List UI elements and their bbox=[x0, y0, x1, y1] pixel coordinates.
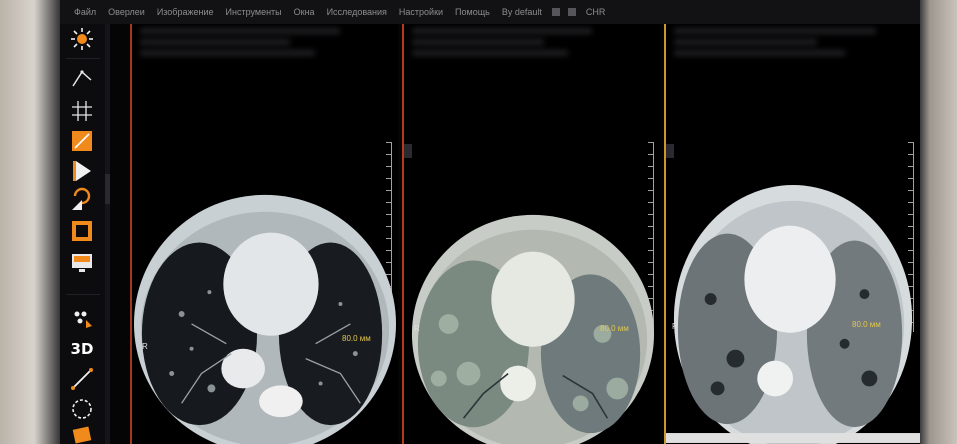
toolbar-separator bbox=[66, 58, 100, 59]
menu-windows[interactable]: Окна bbox=[288, 7, 321, 17]
menu-studies[interactable]: Исследования bbox=[321, 7, 393, 17]
toolbar-separator bbox=[66, 294, 100, 295]
menu-image[interactable]: Изображение bbox=[151, 7, 220, 17]
monitor-icon bbox=[72, 254, 92, 272]
line-measure-tool[interactable] bbox=[64, 366, 100, 392]
3d-view-button[interactable]: 3D bbox=[64, 336, 100, 362]
orientation-label-right: R bbox=[414, 324, 420, 333]
menu-bar: Файл Оверлеи Изображение Инструменты Окн… bbox=[60, 0, 920, 24]
toolbar-scrollbar[interactable] bbox=[105, 24, 110, 444]
measure-angle-icon bbox=[72, 70, 92, 87]
distance-measurement: 80.0 мм bbox=[342, 334, 371, 343]
menu-settings[interactable]: Настройки bbox=[393, 7, 449, 17]
brightness-tool[interactable] bbox=[64, 26, 100, 52]
square-frame-icon bbox=[72, 221, 92, 241]
layout-preset-select[interactable]: By default bbox=[496, 7, 548, 17]
viewport-info-overlay bbox=[140, 28, 390, 76]
menu-help[interactable]: Помощь bbox=[449, 7, 496, 17]
cine-play-tool[interactable] bbox=[64, 158, 100, 184]
window-minimize-icon[interactable] bbox=[551, 8, 560, 16]
menu-overlays[interactable]: Оверлеи bbox=[102, 7, 151, 17]
left-toolbar: 3D bbox=[60, 24, 110, 444]
monitor-bezel-right bbox=[918, 0, 957, 444]
brightness-icon bbox=[71, 28, 93, 50]
mpr-tool[interactable] bbox=[64, 306, 100, 332]
mpr-icon bbox=[74, 311, 92, 328]
window-restore-icon[interactable] bbox=[567, 8, 576, 16]
viewport-1[interactable]: R 80.0 мм bbox=[130, 24, 398, 444]
orientation-label-right: R bbox=[142, 342, 148, 351]
menu-tools[interactable]: Инструменты bbox=[220, 7, 288, 17]
frame-tool[interactable] bbox=[64, 218, 100, 244]
distance-measurement: 80.0 мм bbox=[852, 320, 881, 329]
rotate-flip-icon bbox=[72, 187, 91, 210]
viewport-3[interactable]: R 80.0 мм bbox=[664, 24, 920, 444]
circle-roi-icon bbox=[72, 399, 92, 419]
ct-scan-image bbox=[134, 194, 396, 444]
ct-scan-image bbox=[666, 185, 920, 444]
export-tool[interactable] bbox=[64, 422, 100, 444]
viewport-2[interactable]: R 80.0 мм bbox=[402, 24, 660, 444]
viewport-scroll-handle[interactable] bbox=[666, 144, 674, 158]
export-icon bbox=[72, 426, 92, 444]
play-icon bbox=[73, 161, 91, 181]
grid-tool[interactable] bbox=[64, 98, 100, 124]
menu-trailing-label: CHR bbox=[585, 7, 606, 17]
line-icon bbox=[71, 368, 93, 390]
app-screen: Файл Оверлеи Изображение Инструменты Окн… bbox=[60, 0, 920, 444]
orientation-label-right: R bbox=[672, 322, 678, 331]
monitor-bezel-left bbox=[0, 0, 62, 444]
circle-roi-tool[interactable] bbox=[64, 396, 100, 422]
angle-measure-tool[interactable] bbox=[64, 66, 100, 92]
viewport-info-overlay bbox=[674, 28, 912, 76]
menu-file[interactable]: Файл bbox=[68, 7, 102, 17]
viewport-scroll-handle[interactable] bbox=[404, 144, 412, 158]
viewport-info-overlay bbox=[412, 28, 652, 76]
square-diagonal-icon bbox=[72, 131, 92, 151]
grid-icon bbox=[72, 101, 92, 121]
rotate-flip-tool[interactable] bbox=[64, 186, 100, 212]
zoom-region-tool[interactable] bbox=[64, 128, 100, 154]
display-tool[interactable] bbox=[64, 250, 100, 276]
distance-measurement: 80.0 мм bbox=[600, 324, 629, 333]
